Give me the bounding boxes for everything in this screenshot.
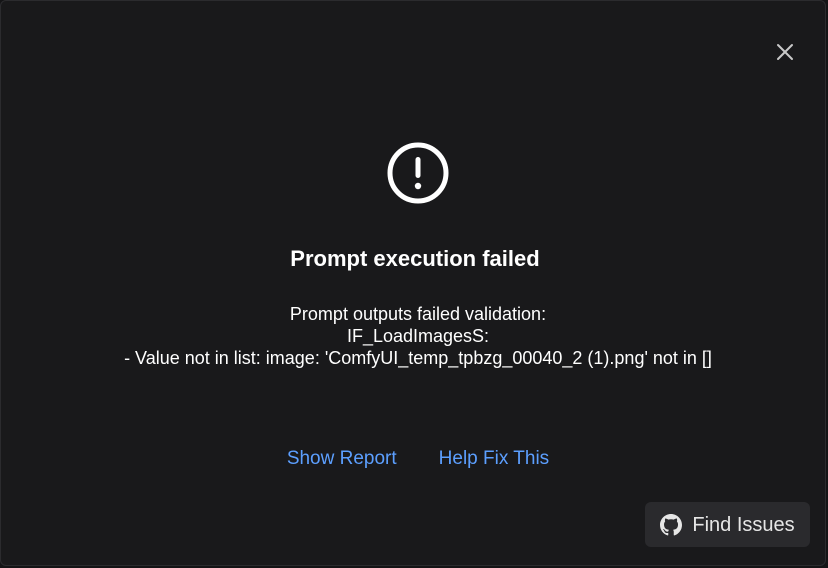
error-message-line: IF_LoadImagesS: [346, 326, 490, 346]
find-issues-label: Find Issues [692, 513, 795, 536]
close-button[interactable] [771, 38, 799, 66]
github-icon [660, 513, 683, 535]
error-message: Prompt outputs failed validation: IF_Loa… [1, 303, 828, 369]
exclamation-circle-icon [387, 142, 449, 204]
find-issues-button[interactable]: Find Issues [645, 502, 810, 547]
error-message-line: - Value not in list: image: 'ComfyUI_tem… [124, 348, 712, 368]
action-links: Show Report Help Fix This [1, 447, 828, 471]
error-message-line: Prompt outputs failed validation: [289, 304, 547, 324]
show-report-link[interactable]: Show Report [287, 447, 397, 471]
dialog-title: Prompt execution failed [290, 246, 540, 271]
help-fix-link[interactable]: Help Fix This [439, 447, 550, 471]
close-icon [777, 44, 793, 60]
error-dialog: Prompt execution failed Prompt outputs f… [0, 0, 826, 566]
